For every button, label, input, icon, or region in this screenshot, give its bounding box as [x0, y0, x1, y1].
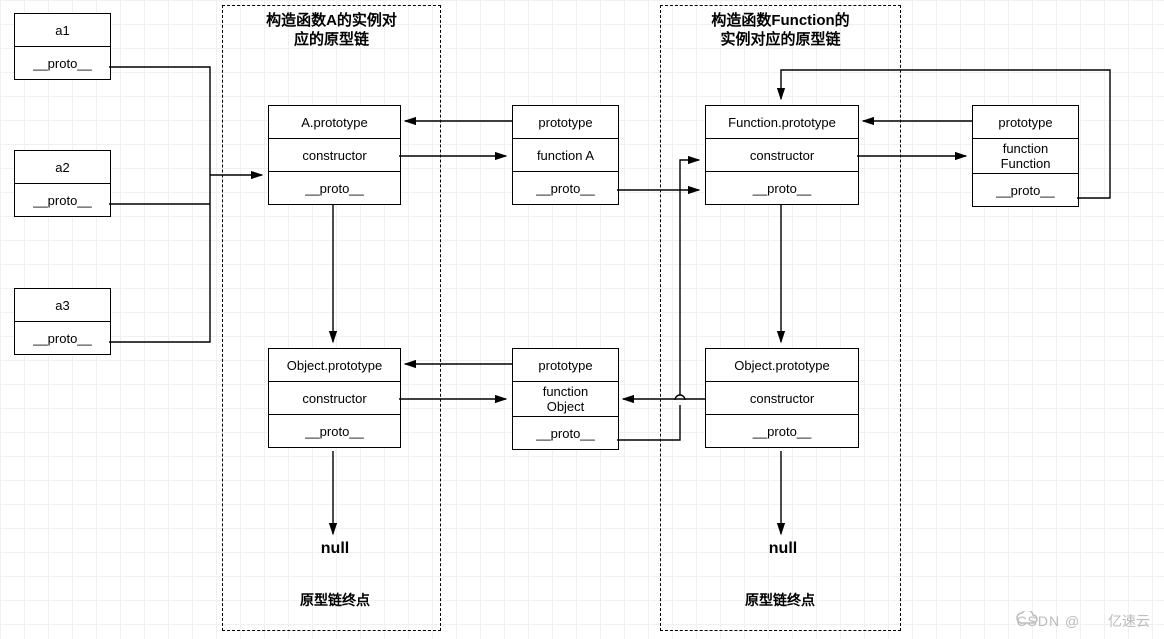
arrows-layer: [0, 0, 1164, 639]
watermark: CSDN @ 亿速云: [1016, 611, 1150, 631]
diagram-stage: 构造函数A的实例对 应的原型链 构造函数Function的 实例对应的原型链 a…: [0, 0, 1164, 639]
watermark-yun: 亿速云: [1108, 613, 1150, 629]
